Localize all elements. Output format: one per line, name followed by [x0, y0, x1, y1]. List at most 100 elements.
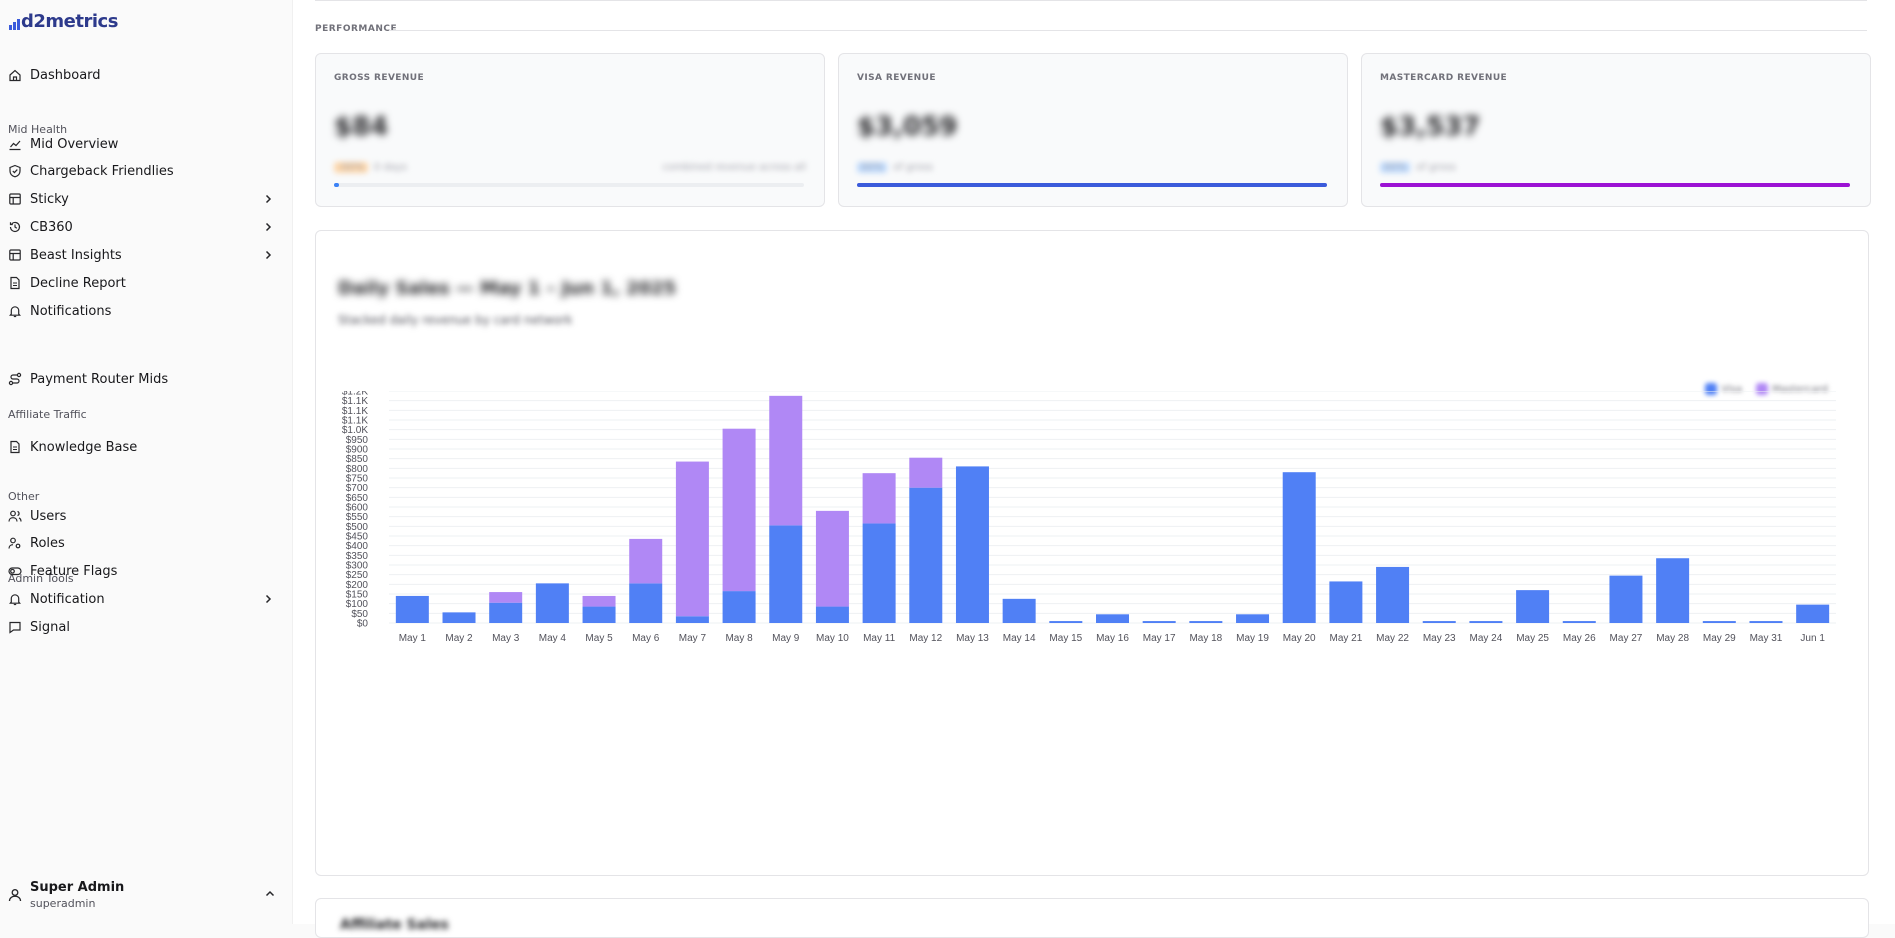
change-pill: -00%: [334, 162, 368, 173]
sidebar-item-roles[interactable]: Roles: [0, 529, 293, 557]
performance-divider: [389, 30, 1867, 31]
y-tick-label: $800: [346, 464, 369, 475]
sidebar-item-cb360[interactable]: CB360: [0, 213, 293, 241]
sidebar-item-users[interactable]: Users: [0, 502, 293, 530]
sidebar-item-label: Users: [30, 508, 67, 524]
bar-visa-may-19[interactable]: [1236, 614, 1270, 623]
bar-mastercard-may-11[interactable]: [862, 473, 896, 524]
bar-mastercard-may-5[interactable]: [582, 595, 616, 607]
bar-visa-may-28[interactable]: [1656, 558, 1690, 623]
x-tick-label: May 22: [1376, 633, 1409, 644]
y-tick-label: $850: [346, 454, 369, 465]
bar-visa-may-21[interactable]: [1329, 581, 1363, 623]
bar-visa-may-31[interactable]: [1749, 621, 1783, 623]
card-change: 00% of gross: [1380, 162, 1456, 173]
bar-mastercard-may-7[interactable]: [675, 461, 709, 617]
sidebar-item-decline-report[interactable]: Decline Report: [0, 269, 293, 297]
bar-mastercard-may-3[interactable]: [489, 592, 523, 603]
bar-visa-may-8[interactable]: [722, 591, 756, 623]
bar-visa-may-4[interactable]: [535, 583, 569, 623]
bar-visa-may-27[interactable]: [1609, 575, 1643, 623]
table-icon: [9, 193, 21, 205]
sidebar-item-notifications[interactable]: Notifications: [0, 297, 293, 325]
x-tick-label: May 19: [1236, 633, 1269, 644]
x-tick-label: May 9: [772, 633, 800, 644]
bar-mastercard-may-6[interactable]: [629, 538, 663, 584]
sidebar-item-label: Sticky: [30, 191, 69, 207]
bar-visa-may-18[interactable]: [1189, 621, 1223, 623]
daily-sales-card: Daily Sales — May 1 – Jun 1, 2025 Stacke…: [315, 230, 1869, 876]
bar-visa-may-16[interactable]: [1096, 614, 1129, 623]
section-label-affiliate-traffic: Affiliate Traffic: [8, 408, 87, 421]
sidebar-item-mid-overview[interactable]: Mid Overview: [0, 130, 293, 158]
sidebar-item-label: Notifications: [30, 303, 112, 319]
y-tick-label: $600: [346, 503, 369, 514]
sidebar-item-payment-router-mids[interactable]: Payment Router Mids: [0, 365, 293, 393]
bar-visa-jun-1[interactable]: [1796, 604, 1830, 623]
change-text: of gross: [893, 162, 933, 173]
sidebar-item-signal[interactable]: Signal: [0, 613, 293, 641]
divider: [315, 0, 1867, 1]
x-tick-label: May 2: [445, 633, 473, 644]
sidebar-item-label: Knowledge Base: [30, 439, 138, 455]
brand-name: d2metrics: [21, 11, 118, 32]
x-tick-label: May 25: [1516, 633, 1549, 644]
x-tick-label: May 26: [1563, 633, 1596, 644]
bar-mastercard-may-9[interactable]: [769, 395, 803, 526]
user-handle: superadmin: [30, 897, 96, 910]
bar-visa-may-10[interactable]: [815, 606, 849, 623]
card-value: $84: [334, 112, 389, 142]
bar-mastercard-may-12[interactable]: [909, 457, 943, 488]
bar-visa-may-12[interactable]: [909, 487, 943, 623]
change-text: 0 days: [373, 162, 407, 173]
bar-visa-may-5[interactable]: [582, 606, 616, 623]
bar-visa-may-22[interactable]: [1376, 566, 1410, 623]
bar-visa-may-11[interactable]: [862, 523, 896, 623]
y-tick-label: $1.1K: [342, 406, 368, 417]
bar-mastercard-may-10[interactable]: [815, 510, 849, 607]
bar-visa-may-20[interactable]: [1282, 472, 1316, 623]
sidebar-item-label: Mid Overview: [30, 136, 119, 152]
bar-visa-may-17[interactable]: [1142, 621, 1176, 623]
y-tick-label: $450: [346, 532, 369, 543]
chevron-up-icon[interactable]: [264, 888, 276, 900]
bar-visa-may-23[interactable]: [1422, 621, 1456, 623]
chevron-right-icon[interactable]: [261, 248, 275, 262]
brand-logo[interactable]: d2metrics: [9, 11, 118, 32]
sidebar-item-label: Chargeback Friendlies: [30, 163, 174, 179]
sidebar-item-feature-flags[interactable]: Feature Flags: [0, 557, 293, 585]
chevron-right-icon[interactable]: [261, 592, 275, 606]
affiliate-sales-card: Affiliate Sales: [315, 898, 1869, 938]
visa-revenue-card: VISA REVENUE $3,059 00% of gross: [838, 53, 1348, 207]
chevron-right-icon[interactable]: [261, 192, 275, 206]
bar-visa-may-24[interactable]: [1469, 621, 1503, 623]
sidebar-item-notification[interactable]: Notification: [0, 585, 293, 613]
x-tick-label: May 12: [909, 633, 942, 644]
bar-visa-may-6[interactable]: [629, 583, 663, 623]
bar-visa-may-3[interactable]: [489, 602, 523, 623]
bar-visa-may-29[interactable]: [1702, 621, 1736, 623]
bar-visa-may-13[interactable]: [955, 466, 989, 623]
bar-mastercard-may-8[interactable]: [722, 428, 756, 592]
chart-line-icon: [9, 140, 21, 151]
bar-visa-may-14[interactable]: [1002, 598, 1036, 623]
bar-visa-may-15[interactable]: [1049, 621, 1083, 623]
sidebar-item-label: Beast Insights: [30, 247, 122, 263]
sidebar-item-chargeback-friendlies[interactable]: Chargeback Friendlies: [0, 157, 293, 185]
user-menu[interactable]: Super Admin superadmin: [0, 872, 293, 916]
bar-visa-may-1[interactable]: [395, 595, 429, 623]
bar-visa-may-2[interactable]: [442, 612, 476, 623]
change-pill: 00%: [857, 162, 888, 173]
bar-visa-may-26[interactable]: [1562, 621, 1596, 623]
sidebar-item-beast-insights[interactable]: Beast Insights: [0, 241, 293, 269]
sidebar-item-knowledge-base[interactable]: Knowledge Base: [0, 433, 293, 461]
sidebar-item-sticky[interactable]: Sticky: [0, 185, 293, 213]
chevron-right-icon[interactable]: [261, 220, 275, 234]
bar-visa-may-7[interactable]: [675, 616, 709, 623]
y-tick-label: $400: [346, 541, 369, 552]
card-progress-bar: [334, 183, 804, 187]
card-title: GROSS REVENUE: [334, 73, 425, 83]
bar-visa-may-25[interactable]: [1516, 590, 1550, 623]
sidebar-item-dashboard[interactable]: Dashboard: [0, 61, 293, 89]
bar-visa-may-9[interactable]: [769, 525, 803, 623]
